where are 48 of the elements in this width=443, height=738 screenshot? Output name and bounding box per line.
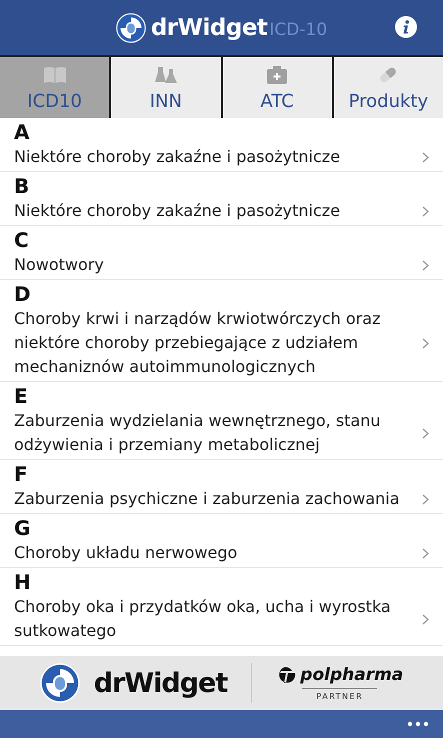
banner-brand: drWidget (94, 668, 228, 698)
logo-icon (116, 12, 146, 42)
medical-kit-icon (265, 65, 290, 85)
chapter-letter: D (14, 281, 32, 307)
book-icon (42, 65, 67, 85)
chevron-icon (422, 260, 429, 270)
chapter-item[interactable]: H Choroby oka i przydatków oka, ucha i wyrostka sutkowatego (0, 568, 443, 646)
tab[interactable]: INN (111, 57, 220, 118)
app-title: drWidget (150, 14, 268, 40)
partner-label: PARTNER (302, 688, 378, 701)
chapter-item[interactable]: E Zaburzenia wydzielania wewnętrznego, stanu odżywienia i przemiany metabolicznej (0, 382, 443, 460)
chapter-letter: B (14, 173, 30, 199)
chapter-item[interactable]: B Niektóre choroby zakaźne i pasożytnicze (0, 172, 443, 226)
chapter-item[interactable]: G Choroby układu nerwowego (0, 514, 443, 568)
chapter-title: Zaburzenia psychiczne i zaburzenia zachowania (14, 488, 401, 510)
chevron-icon (422, 494, 429, 504)
chapter-letter: C (14, 227, 30, 253)
chapter-item[interactable]: C Nowotwory (0, 226, 443, 280)
chapter-title: Nowotwory (14, 254, 105, 276)
chevron-icon (422, 206, 429, 216)
chapter-letter: G (14, 515, 32, 541)
chapter-title: Choroby krwi i narządów krwiotwórczych oraz niektóre choroby przebiegające z udziałem mechaniznów autoimmunologicznych (14, 308, 382, 378)
flasks-icon (154, 65, 178, 85)
chapter-title: Choroby układu nerwowego (14, 542, 238, 564)
partner-name: polpharma (300, 665, 404, 685)
chapter-title: Choroby oka i przydatków oka, ucha i wyrostka sutkowatego (14, 596, 392, 642)
chapter-item[interactable]: A Niektóre choroby zakaźne i pasożytnicze (0, 118, 443, 172)
chevron-icon (422, 614, 429, 624)
app-subtitle: ICD-10 (269, 20, 328, 40)
chapter-title: Niektóre choroby zakaźne i pasożytnicze (14, 200, 342, 222)
chapter-item[interactable]: D Choroby krwi i narządów krwiotwórczych oraz niektóre choroby przebiegające z udziałem mechaniznów autoimmunologicznych (0, 280, 443, 382)
chapter-title: Zaburzenia wydzielania wewnętrznego, stanu odżywienia i przemiany metabolicznej (14, 410, 382, 456)
info-icon[interactable] (395, 16, 417, 38)
more-icon[interactable] (407, 721, 429, 727)
chevron-icon (422, 338, 429, 348)
chapter-letter: E (14, 383, 29, 409)
logo-icon (40, 663, 80, 703)
chapter-title: Niektóre choroby zakaźne i pasożytnicze (14, 146, 342, 168)
chapter-item[interactable]: F Zaburzenia psychiczne i zaburzenia zachowania (0, 460, 443, 514)
chapter-letter: H (14, 569, 32, 595)
chevron-icon (422, 152, 429, 162)
chevron-icon (422, 428, 429, 438)
partner-logo-icon (276, 666, 296, 684)
tab[interactable]: Produkty (334, 57, 443, 118)
chapter-letter: F (14, 461, 29, 487)
chevron-icon (422, 548, 429, 558)
tab[interactable]: ATC (222, 57, 332, 118)
chapter-letter: A (14, 119, 30, 145)
